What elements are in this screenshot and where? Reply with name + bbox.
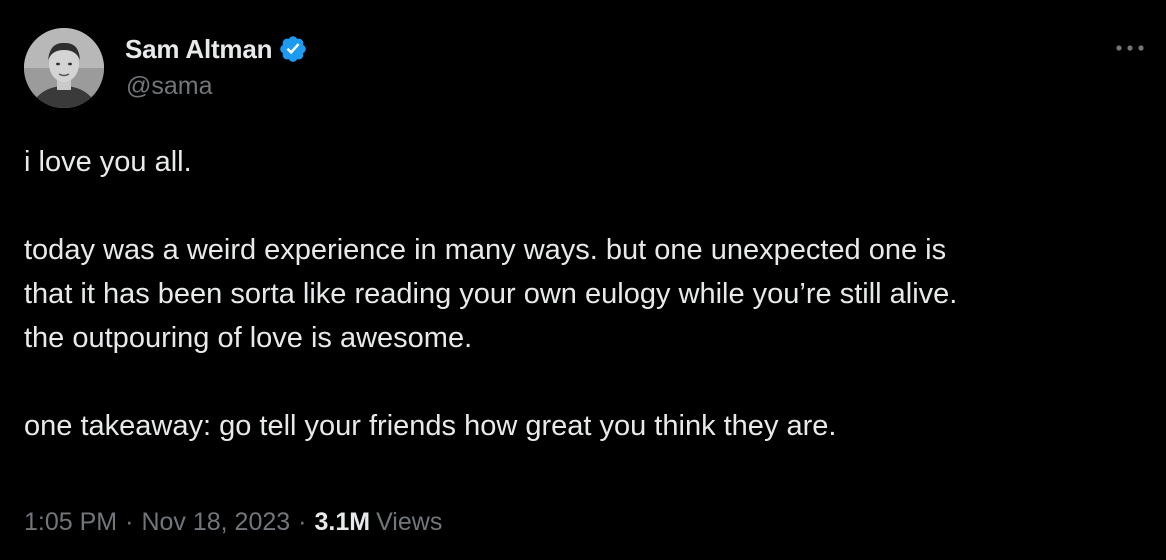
tweet-line: i love you all. (24, 146, 192, 178)
tweet-line: that it has been sorta like reading your… (24, 278, 958, 310)
views-label: Views (376, 508, 443, 536)
meta-separator: · (125, 508, 134, 536)
tweet-line: the outpouring of love is awesome. (24, 322, 473, 354)
author-handle[interactable]: @sama (126, 72, 213, 101)
tweet-text: i love you all. today was a weird experi… (24, 140, 1154, 448)
tweet-date[interactable]: Nov 18, 2023 (141, 508, 290, 537)
tweet-line: one takeaway: go tell your friends how g… (24, 410, 837, 442)
tweet-line: today was a weird experience in many way… (24, 234, 947, 266)
verified-badge-icon[interactable] (278, 34, 308, 64)
avatar[interactable] (24, 28, 104, 108)
views-count[interactable]: 3.1M (314, 508, 370, 537)
tweet-paragraph: today was a weird experience in many way… (24, 228, 1154, 360)
meta-separator: · (298, 508, 307, 536)
tweet-paragraph: i love you all. (24, 140, 1154, 184)
author-name-row: Sam Altman (125, 30, 308, 68)
more-options-button[interactable] (1112, 36, 1148, 60)
author-name[interactable]: Sam Altman (125, 34, 273, 65)
more-options-icon (1116, 45, 1144, 51)
avatar-photo (24, 28, 104, 108)
tweet-paragraph: one takeaway: go tell your friends how g… (24, 404, 1154, 448)
tweet-card: Sam Altman @sama i love you all. today w… (0, 0, 1166, 560)
tweet-meta: 1:05 PM · Nov 18, 2023 · 3.1M Views (24, 508, 442, 537)
tweet-time[interactable]: 1:05 PM (24, 508, 117, 537)
